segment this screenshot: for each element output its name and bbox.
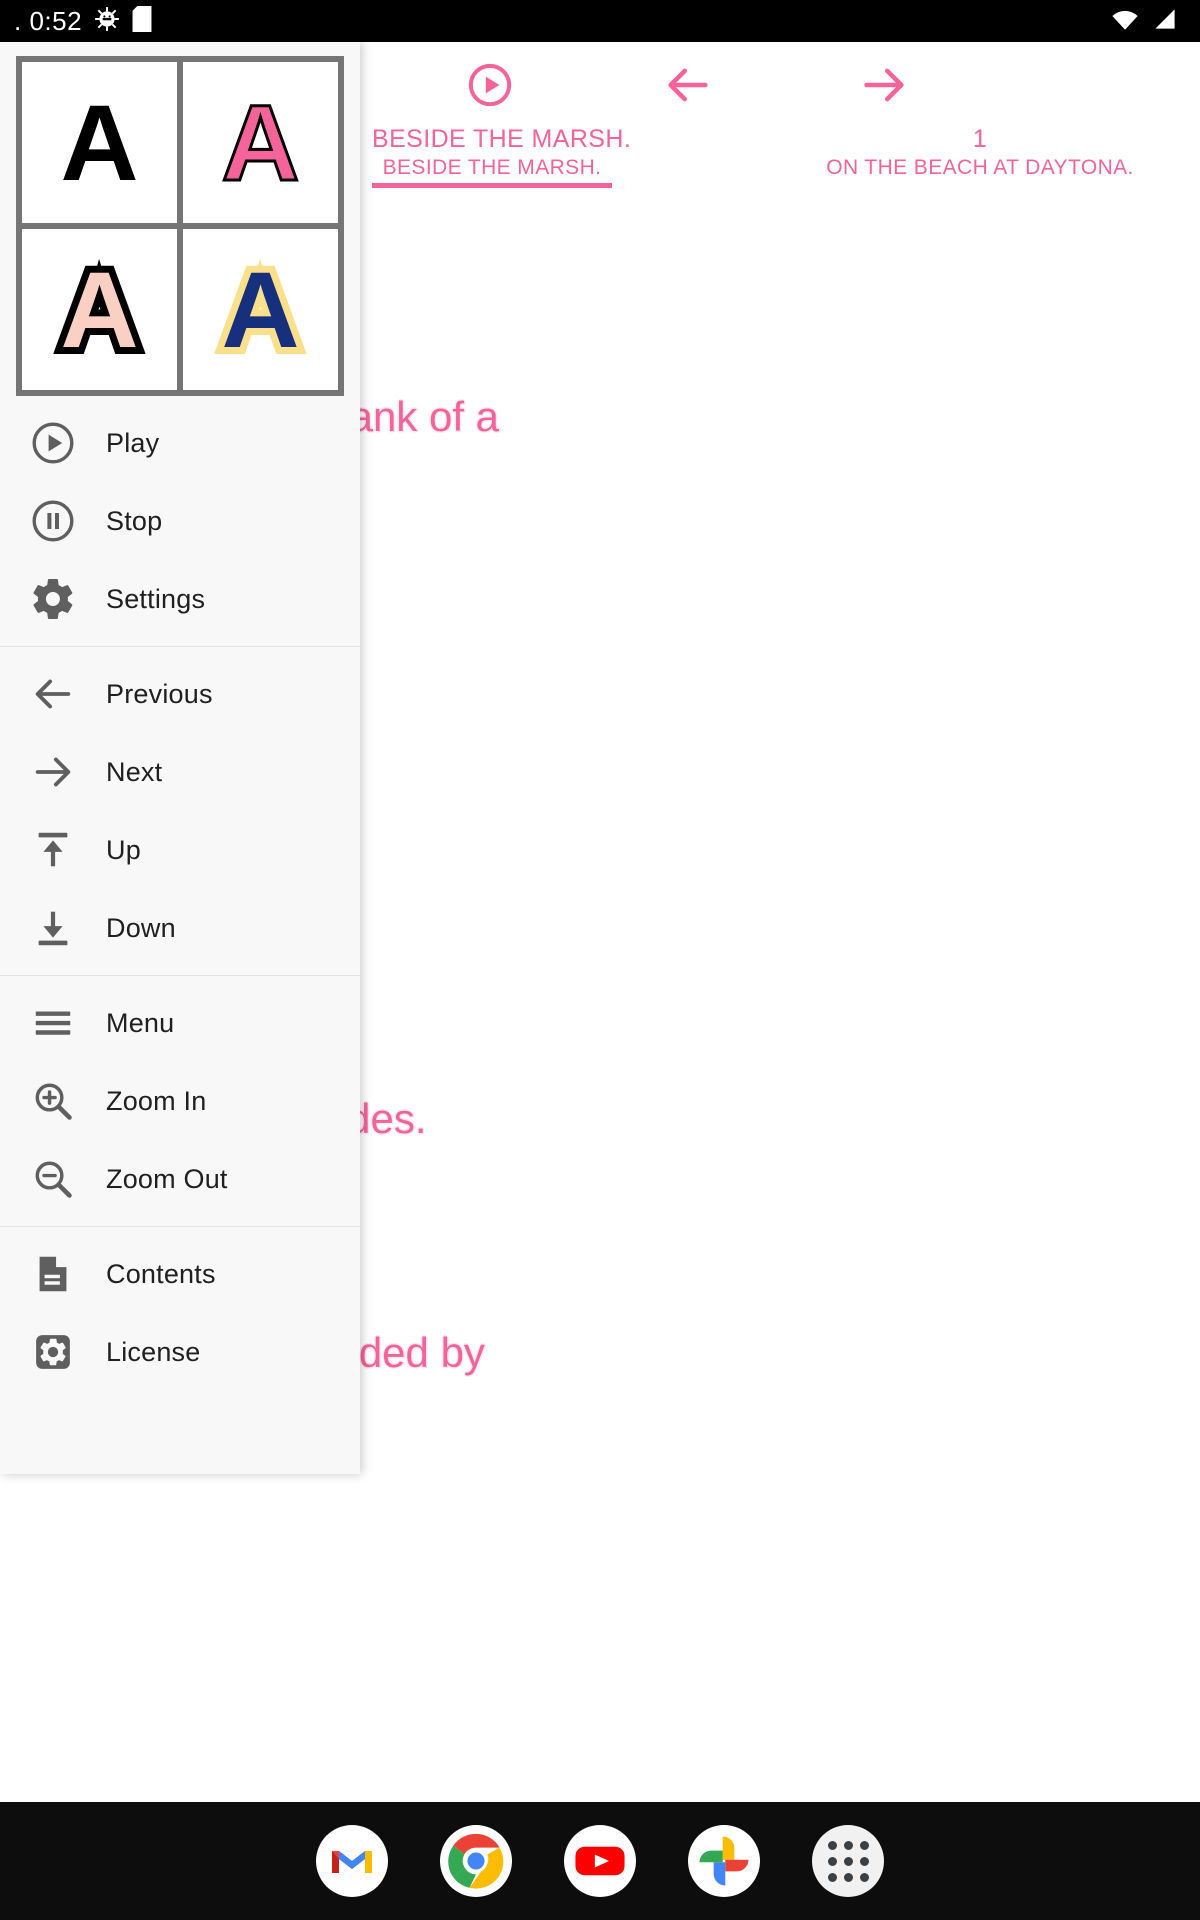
- drawer-item-previous[interactable]: Previous: [0, 655, 360, 733]
- tab-on-the-beach-at-daytona[interactable]: 1 ON THE BEACH AT DAYTONA.: [700, 124, 1200, 182]
- android-bug-icon: [94, 6, 120, 37]
- gear-icon: [0, 575, 106, 623]
- drawer-item-play[interactable]: Play: [0, 404, 360, 482]
- tab-title: 1: [972, 125, 988, 153]
- wifi-icon: [1110, 7, 1140, 36]
- drawer-item-down[interactable]: Down: [0, 889, 360, 967]
- tab-active-indicator: [372, 183, 612, 188]
- gmail-icon[interactable]: [316, 1825, 388, 1897]
- drawer-item-label: Settings: [106, 583, 206, 614]
- chrome-icon[interactable]: [440, 1825, 512, 1897]
- toolbar-play-button[interactable]: [459, 54, 521, 116]
- status-bar-clock: . 0:52: [14, 6, 83, 36]
- drawer-item-menu[interactable]: Menu: [0, 984, 360, 1062]
- drawer-item-label: Contents: [106, 1258, 216, 1289]
- drawer-item-settings[interactable]: Settings: [0, 560, 360, 638]
- drawer-item-label: Up: [106, 834, 141, 865]
- hamburger-menu-icon: [0, 1000, 106, 1046]
- style-pink-outline[interactable]: A: [183, 62, 338, 223]
- text-style-preview-grid[interactable]: A A A A: [16, 56, 344, 396]
- app-drawer-dots: [827, 1840, 869, 1882]
- photos-icon[interactable]: [688, 1825, 760, 1897]
- arrow-left-icon: [0, 671, 106, 717]
- drawer-item-label: Play: [106, 427, 160, 458]
- tab-subtitle: BESIDE THE MARSH.: [382, 156, 602, 179]
- drawer-item-stop[interactable]: Stop: [0, 482, 360, 560]
- zoom-out-icon: [0, 1156, 106, 1202]
- app-drawer-icon[interactable]: [812, 1825, 884, 1897]
- status-bar-left: . 0:52: [0, 5, 152, 37]
- drawer-item-up[interactable]: Up: [0, 811, 360, 889]
- drawer-item-zoom-in[interactable]: Zoom In: [0, 1062, 360, 1140]
- drawer-item-license[interactable]: License: [0, 1313, 360, 1391]
- drawer-item-zoom-out[interactable]: Zoom Out: [0, 1140, 360, 1218]
- drawer-item-label: Menu: [106, 1007, 175, 1038]
- tab-subtitle: ON THE BEACH AT DAYTONA.: [826, 156, 1134, 179]
- pause-circle-icon: [0, 497, 106, 545]
- cell-signal-icon: [1152, 7, 1178, 36]
- style-peach-black-outline[interactable]: A: [22, 229, 177, 390]
- drawer-item-label: License: [106, 1336, 201, 1367]
- settings-applications-icon: [0, 1329, 106, 1375]
- drawer-item-next[interactable]: Next: [0, 733, 360, 811]
- drawer-item-contents[interactable]: Contents: [0, 1235, 360, 1313]
- vertical-align-top-icon: [0, 827, 106, 873]
- drawer-item-label: Next: [106, 756, 163, 787]
- drawer-group-info: Contents License: [0, 1227, 360, 1399]
- toolbar-next-button[interactable]: [853, 54, 915, 116]
- tab-title: BESIDE THE MARSH.: [372, 125, 632, 153]
- tab-beside-the-marsh[interactable]: BESIDE THE MARSH. BESIDE THE MARSH.: [372, 124, 632, 188]
- drawer-item-label: Down: [106, 912, 176, 943]
- drawer-item-label: Zoom In: [106, 1085, 207, 1116]
- sd-card-icon: [132, 5, 152, 37]
- zoom-in-icon: [0, 1078, 106, 1124]
- book-line: mberless indentations,: [60, 1782, 1180, 1802]
- drawer-item-label: Previous: [106, 678, 213, 709]
- document-icon: [0, 1251, 106, 1297]
- navigation-drawer: A A A A Play Stop Settings Previous Next…: [0, 42, 360, 1474]
- drawer-group-playback: Play Stop Settings: [0, 396, 360, 646]
- book-line-blank: [60, 1548, 1180, 1626]
- drawer-group-view: Menu Zoom In Zoom Out: [0, 976, 360, 1226]
- toolbar-previous-button[interactable]: [657, 54, 719, 116]
- arrow-right-icon: [0, 749, 106, 795]
- style-plain-black[interactable]: A: [22, 62, 177, 223]
- drawer-group-navigation: Previous Next Up Down: [0, 647, 360, 975]
- status-bar: . 0:52: [0, 0, 1200, 42]
- style-blue-yellow-outline[interactable]: A: [183, 229, 338, 390]
- youtube-icon[interactable]: [564, 1825, 636, 1897]
- vertical-align-bottom-icon: [0, 905, 106, 951]
- drawer-item-label: Stop: [106, 505, 163, 536]
- app-dock: [0, 1802, 1200, 1920]
- status-bar-right: [1110, 7, 1200, 36]
- play-circle-icon: [0, 419, 106, 467]
- drawer-item-label: Zoom Out: [106, 1163, 228, 1194]
